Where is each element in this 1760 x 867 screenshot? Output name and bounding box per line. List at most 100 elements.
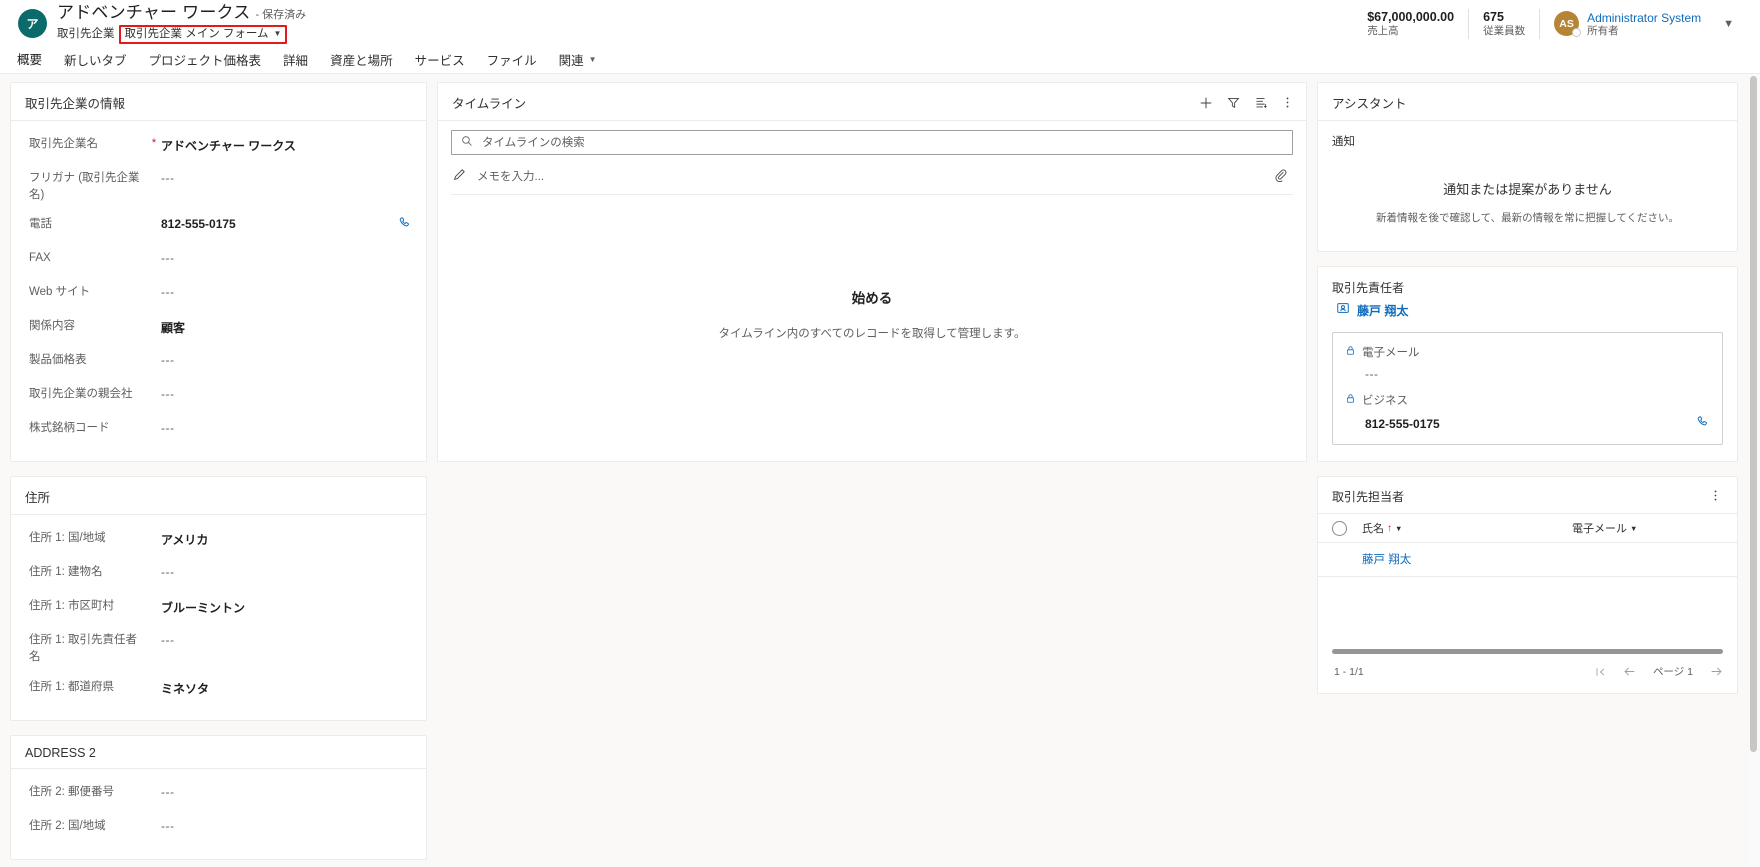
form-selector-dropdown[interactable]: 取引先企業 メイン フォーム ▼ bbox=[118, 25, 288, 44]
field-ticker-symbol: 株式銘柄コード --- bbox=[29, 413, 412, 447]
timeline-search-box[interactable] bbox=[451, 130, 1293, 155]
header-sub-row: 取引先企業 取引先企業 メイン フォーム ▼ bbox=[57, 25, 306, 44]
filter-icon[interactable] bbox=[1227, 96, 1240, 109]
field-value[interactable]: --- bbox=[161, 283, 386, 299]
page-scrollbar[interactable] bbox=[1749, 74, 1758, 867]
required-indicator-slot bbox=[147, 351, 161, 353]
search-icon bbox=[461, 134, 473, 152]
required-indicator-slot bbox=[147, 631, 161, 633]
row-contact-name[interactable]: 藤戸 翔太 bbox=[1362, 551, 1572, 567]
timeline-card: タイムライン タイムラインの検索 メモを入力... 始める タイムライン内のすべ… bbox=[437, 82, 1307, 462]
field-address2-country: 住所 2: 国/地域 --- bbox=[29, 811, 412, 845]
previous-page-icon[interactable] bbox=[1623, 665, 1636, 678]
field-label: FAX bbox=[29, 252, 51, 265]
pencil-icon bbox=[453, 168, 466, 186]
contacts-grid-card: 取引先担当者 氏名 ↑ ▼ 電子メール ▼ 藤戸 翔太 1 - 1/1 ページ … bbox=[1317, 476, 1738, 694]
first-page-icon[interactable] bbox=[1594, 666, 1606, 678]
field-value[interactable]: --- bbox=[161, 351, 386, 367]
chevron-down-icon[interactable]: ▼ bbox=[1630, 524, 1637, 533]
field-label: 住所 1: 取引先責任者名 bbox=[29, 634, 137, 664]
tab-details[interactable]: 詳細 bbox=[272, 47, 319, 74]
required-indicator-slot bbox=[147, 283, 161, 285]
sort-icon[interactable] bbox=[1254, 96, 1267, 109]
tab-files[interactable]: ファイル bbox=[476, 47, 548, 74]
owner-name[interactable]: Administrator System bbox=[1587, 11, 1701, 25]
field-value[interactable]: --- bbox=[161, 169, 386, 185]
header-left: ア アドベンチャー ワークス - 保存済み 取引先企業 取引先企業 メイン フォ… bbox=[18, 4, 306, 44]
column-header-email[interactable]: 電子メール ▼ bbox=[1572, 520, 1637, 536]
required-indicator-slot bbox=[147, 783, 161, 785]
contacts-grid-column-headers: 氏名 ↑ ▼ 電子メール ▼ bbox=[1318, 513, 1737, 543]
field-value[interactable]: アドベンチャー ワークス bbox=[161, 135, 386, 154]
account-information-fields: 取引先企業名 * アドベンチャー ワークス フリガナ (取引先企業名) --- … bbox=[11, 121, 426, 461]
field-label: 取引先企業名 bbox=[29, 138, 98, 150]
field-value[interactable]: --- bbox=[161, 631, 412, 647]
more-icon[interactable] bbox=[1706, 489, 1725, 504]
field-value[interactable]: 812-555-0175 bbox=[161, 215, 386, 231]
note-input[interactable] bbox=[475, 170, 1265, 184]
app-header: ア アドベンチャー ワークス - 保存済み 取引先企業 取引先企業 メイン フォ… bbox=[0, 0, 1760, 48]
tab-project-price-list[interactable]: プロジェクト価格表 bbox=[138, 47, 273, 74]
column-header-name-label: 氏名 bbox=[1362, 523, 1384, 535]
primary-contact-email-label-row: 電子メール bbox=[1345, 344, 1710, 360]
tab-new-label: 新しいタブ bbox=[64, 54, 127, 68]
address-1-card: 住所 住所 1: 国/地域 アメリカ 住所 1: 建物名 --- 住所 1: 市… bbox=[10, 476, 427, 721]
owner-field[interactable]: AS Administrator System 所有者 bbox=[1540, 11, 1709, 38]
radio-icon[interactable] bbox=[1332, 520, 1347, 536]
tab-related[interactable]: 関連 ▼ bbox=[548, 47, 608, 74]
assistant-empty-state: 通知または提案がありません 新着情報を後で確認して、最新の情報を常に把握してくだ… bbox=[1318, 153, 1737, 251]
field-value[interactable]: --- bbox=[161, 385, 386, 401]
search-input[interactable] bbox=[480, 135, 1283, 150]
field-fax: FAX --- bbox=[29, 243, 412, 277]
form-body: 取引先企業の情報 取引先企業名 * アドベンチャー ワークス フリガナ (取引先… bbox=[0, 74, 1760, 867]
tab-overview-label: 概要 bbox=[17, 53, 43, 67]
add-icon[interactable] bbox=[1199, 96, 1213, 110]
tab-new[interactable]: 新しいタブ bbox=[53, 47, 138, 74]
tab-overview[interactable]: 概要 bbox=[6, 46, 53, 75]
required-indicator-icon: * bbox=[151, 137, 157, 149]
assistant-empty-subtitle: 新着情報を後で確認して、最新の情報を常に把握してください。 bbox=[1375, 212, 1680, 224]
kpi-employees-value: 675 bbox=[1483, 9, 1504, 24]
assistant-section-label: 通知 bbox=[1332, 136, 1355, 148]
primary-contact-title: 取引先責任者 bbox=[1332, 281, 1405, 295]
more-icon[interactable] bbox=[1281, 96, 1294, 109]
phone-icon[interactable] bbox=[1696, 415, 1710, 432]
field-value[interactable]: ミネソタ bbox=[161, 678, 412, 697]
header-titles: アドベンチャー ワークス - 保存済み 取引先企業 取引先企業 メイン フォーム… bbox=[57, 4, 306, 44]
field-value[interactable]: --- bbox=[161, 563, 412, 579]
next-page-icon[interactable] bbox=[1710, 665, 1723, 678]
field-value[interactable]: 顧客 bbox=[161, 317, 386, 336]
account-information-card: 取引先企業の情報 取引先企業名 * アドベンチャー ワークス フリガナ (取引先… bbox=[10, 82, 427, 463]
field-label: フリガナ (取引先企業名) bbox=[29, 172, 140, 201]
required-indicator-slot bbox=[147, 529, 161, 531]
primary-contact-business-label-row: ビジネス bbox=[1345, 392, 1710, 408]
header-right: $67,000,000.00 売上高 675 従業員数 AS Administr… bbox=[1353, 9, 1744, 39]
timeline-header: タイムライン bbox=[438, 83, 1306, 121]
chevron-down-icon[interactable]: ▼ bbox=[1395, 524, 1402, 533]
page-scrollbar-thumb[interactable] bbox=[1750, 76, 1757, 752]
tab-service[interactable]: サービス bbox=[404, 47, 476, 74]
primary-contact-name[interactable]: 藤戸 翔太 bbox=[1357, 302, 1408, 319]
table-row[interactable]: 藤戸 翔太 bbox=[1318, 543, 1737, 577]
attachment-icon[interactable] bbox=[1274, 168, 1287, 186]
field-parent-account: 取引先企業の親会社 --- bbox=[29, 379, 412, 413]
field-value[interactable]: --- bbox=[161, 249, 386, 265]
phone-icon[interactable] bbox=[386, 215, 412, 230]
required-indicator-slot bbox=[147, 419, 161, 421]
address-2-title: ADDRESS 2 bbox=[11, 736, 426, 769]
required-indicator-slot bbox=[147, 249, 161, 251]
kpi-revenue-value: $67,000,000.00 bbox=[1367, 9, 1455, 24]
primary-contact-name-row[interactable]: 藤戸 翔太 bbox=[1318, 301, 1737, 332]
column-header-name[interactable]: 氏名 ↑ ▼ bbox=[1362, 520, 1572, 536]
timeline-note-composer[interactable] bbox=[451, 162, 1293, 195]
field-label: 電話 bbox=[29, 218, 52, 231]
field-value[interactable]: --- bbox=[161, 419, 386, 435]
select-all-checkbox[interactable] bbox=[1332, 520, 1362, 536]
field-value[interactable]: --- bbox=[161, 783, 412, 799]
tab-assets-locations[interactable]: 資産と場所 bbox=[319, 47, 404, 74]
field-value[interactable]: --- bbox=[161, 817, 412, 833]
header-collapse-chevron-down-icon[interactable]: ▼ bbox=[1709, 18, 1744, 30]
field-icon-slot bbox=[386, 351, 412, 352]
field-value[interactable]: アメリカ bbox=[161, 529, 412, 548]
field-value[interactable]: ブルーミントン bbox=[161, 597, 412, 616]
